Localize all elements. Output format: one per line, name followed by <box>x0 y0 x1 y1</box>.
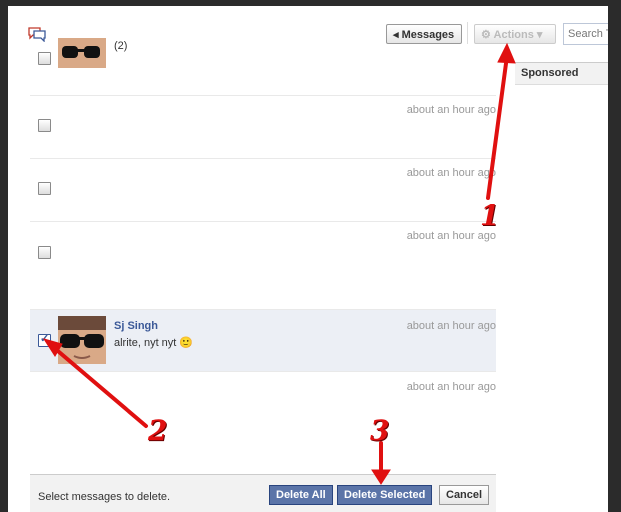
delete-selected-button[interactable]: Delete Selected <box>337 485 433 505</box>
annotation-number-3: 3 <box>370 414 390 447</box>
avatar <box>58 38 106 68</box>
cancel-button[interactable]: Cancel <box>439 485 490 505</box>
delete-all-button[interactable]: Delete All <box>269 485 333 505</box>
delete-footer: Select messages to delete. Delete All De… <box>30 474 496 512</box>
message-time: about an hour ago <box>406 320 496 332</box>
avatar <box>58 316 106 364</box>
message-row[interactable]: about an hour ago <box>30 372 496 432</box>
messages-window: ◂ Messages ⚙ Actions ▾ Search T Sponsore… <box>8 6 608 512</box>
message-checkbox[interactable] <box>38 119 51 132</box>
delete-instruction: Select messages to delete. <box>38 491 171 503</box>
sponsored-header: Sponsored <box>515 62 608 85</box>
caret-down-icon: ▾ <box>533 29 543 41</box>
message-time: about an hour ago <box>406 381 496 393</box>
avatar-sunglasses-image <box>58 316 106 364</box>
message-row[interactable]: about an hour ago <box>30 222 496 310</box>
avatar-sunglasses-image <box>58 38 106 68</box>
message-sender[interactable]: Sj Singh <box>114 320 158 332</box>
message-checkbox-checked[interactable] <box>38 332 51 347</box>
message-row[interactable]: about an hour ago <box>30 96 496 159</box>
message-snippet: alrite, nyt nyt 🙂 <box>114 337 194 349</box>
message-row[interactable]: about an hour ago <box>30 159 496 222</box>
annotation-number-2: 2 <box>148 414 168 447</box>
sponsored-label: Sponsored <box>521 67 579 79</box>
annotation-number-1: 1 <box>480 199 500 232</box>
search-input[interactable]: Search T <box>563 23 608 45</box>
message-snippet: (2) <box>114 40 128 52</box>
message-time: about an hour ago <box>406 104 496 116</box>
actions-label: Actions <box>493 29 534 41</box>
message-row-selected[interactable]: Sj Singh alrite, nyt nyt 🙂 about an hour… <box>30 310 496 372</box>
message-checkbox[interactable] <box>38 52 51 65</box>
message-time: about an hour ago <box>406 167 496 179</box>
message-checkbox[interactable] <box>38 246 51 259</box>
message-row[interactable]: (2) <box>30 38 496 96</box>
message-checkbox[interactable] <box>38 182 51 195</box>
